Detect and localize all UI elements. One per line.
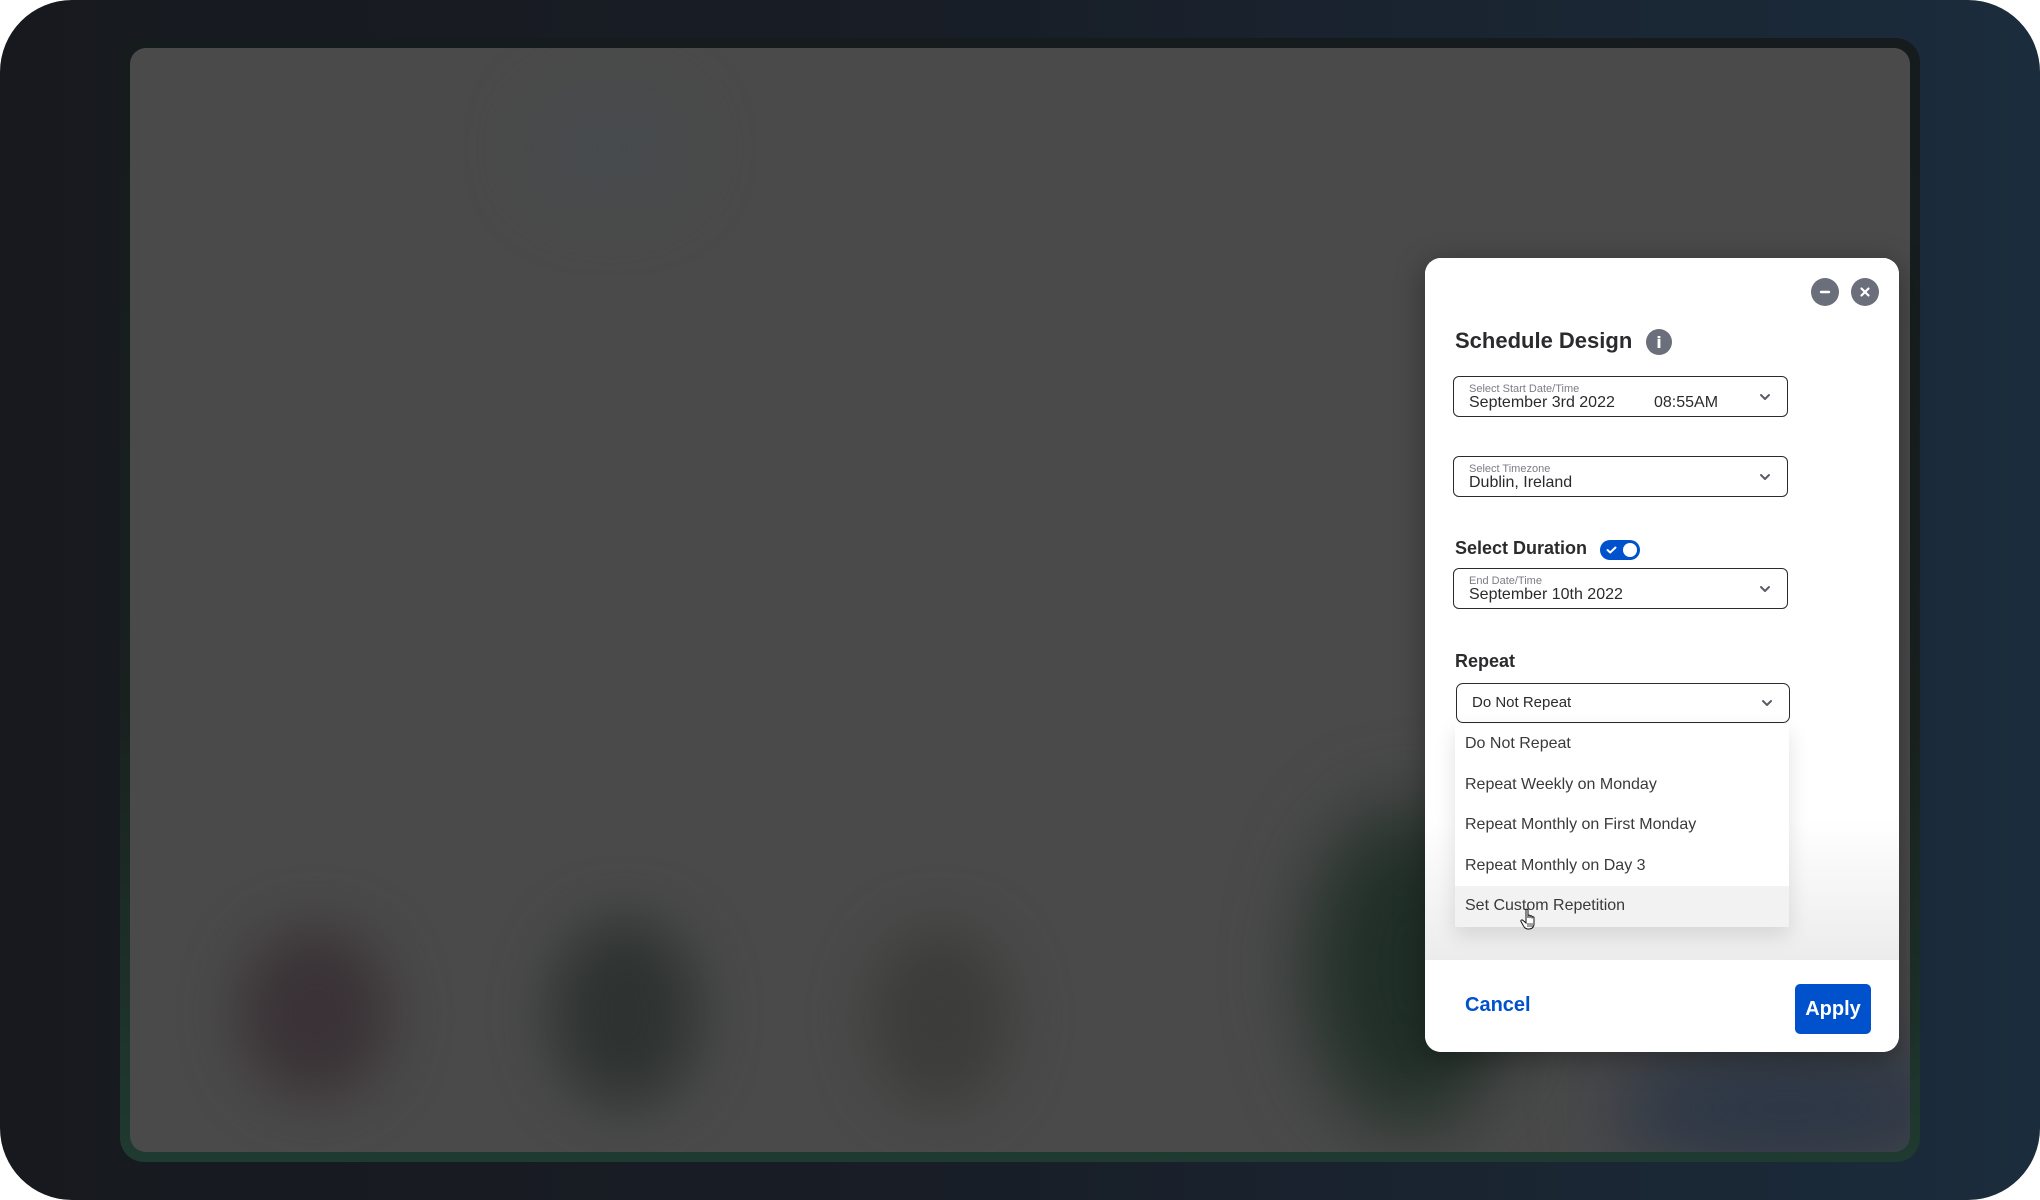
check-icon <box>1606 546 1617 554</box>
repeat-options-menu: Do Not Repeat Repeat Weekly on Monday Re… <box>1455 724 1789 927</box>
minus-icon <box>1819 290 1831 294</box>
close-icon <box>1860 287 1870 297</box>
chevron-down-icon <box>1762 700 1772 706</box>
info-icon[interactable]: i <box>1646 329 1672 355</box>
cancel-button[interactable]: Cancel <box>1465 994 1531 1017</box>
repeat-option-hovered[interactable]: Set Custom Repetition <box>1455 886 1789 927</box>
end-datetime-value: September 10th 2022 <box>1469 586 1623 603</box>
repeat-option[interactable]: Repeat Weekly on Monday <box>1455 765 1789 806</box>
repeat-option[interactable]: Do Not Repeat <box>1455 724 1789 765</box>
repeat-option[interactable]: Repeat Monthly on First Monday <box>1455 805 1789 846</box>
apply-button[interactable]: Apply <box>1795 984 1871 1034</box>
blurred-background-card <box>240 928 390 1098</box>
repeat-label: Repeat <box>1455 651 1516 671</box>
blurred-background-element <box>530 88 690 208</box>
dialog-title: Schedule Design <box>1455 328 1633 353</box>
toggle-knob <box>1623 543 1637 557</box>
timezone-field[interactable]: Select Timezone Dublin, Ireland <box>1453 456 1788 497</box>
blurred-background-card <box>550 918 700 1108</box>
repeat-select[interactable]: Do Not Repeat <box>1456 683 1790 723</box>
timezone-value: Dublin, Ireland <box>1469 474 1573 491</box>
select-duration-label: Select Duration <box>1455 538 1588 558</box>
close-button[interactable] <box>1851 278 1879 306</box>
end-datetime-field[interactable]: End Date/Time September 10th 2022 <box>1453 568 1788 609</box>
start-time-value: 08:55AM <box>1654 394 1719 411</box>
chevron-down-icon <box>1760 394 1770 400</box>
dialog-footer: Cancel Apply <box>1425 960 1899 1052</box>
blurred-background-card <box>870 928 1010 1108</box>
chevron-down-icon <box>1760 474 1770 480</box>
start-datetime-field[interactable]: Select Start Date/Time September 3rd 202… <box>1453 376 1788 417</box>
schedule-design-dialog: Schedule Design i Select Start Date/Time… <box>1425 258 1899 1052</box>
start-date-value: September 3rd 2022 <box>1469 394 1615 411</box>
duration-toggle[interactable] <box>1600 540 1640 560</box>
hand-pointer-cursor-icon <box>1520 908 1535 930</box>
dialog-body: Schedule Design i Select Start Date/Time… <box>1425 258 1899 960</box>
blurred-background-element <box>1610 1048 1910 1152</box>
repeat-selected-value: Do Not Repeat <box>1472 694 1572 711</box>
repeat-option[interactable]: Repeat Monthly on Day 3 <box>1455 846 1789 887</box>
chevron-down-icon <box>1760 586 1770 592</box>
minimize-button[interactable] <box>1811 278 1839 306</box>
